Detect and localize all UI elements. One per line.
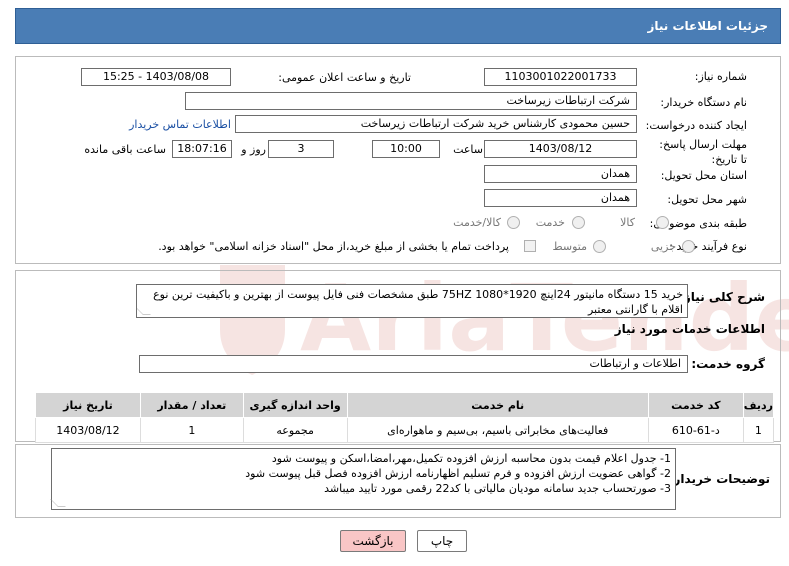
cell-service-code: د-61-610 [647, 417, 744, 443]
buyer-note-line-2: 2- گواهی عضویت ارزش افزوده و فرم تسلیم ا… [245, 467, 671, 480]
process-option-medium: متوسط [552, 240, 587, 253]
category-option-goods: کالا [620, 216, 635, 229]
summary-label: شرح کلی نیاز: [679, 290, 765, 304]
time-label: ساعت [453, 143, 483, 156]
process-option-minor: جزیی [650, 240, 676, 253]
cell-need-date: 1403/08/12 [35, 417, 141, 443]
category-option-service: خدمت [535, 216, 565, 229]
days-field: 3 [268, 140, 334, 158]
deadline-label: مهلت ارسال پاسخ: تا تاریخ: [659, 138, 747, 166]
buyer-notes-textarea[interactable]: 1- جدول اعلام قیمت بدون محاسبه ارزش افزو… [50, 448, 676, 510]
deadline-date-field: 1403/08/12 [484, 140, 637, 158]
need-number-field: 1103001022001733 [484, 68, 637, 86]
buyer-org-label: نام دستگاه خریدار: [660, 96, 747, 109]
cell-row-number: 1 [742, 417, 775, 443]
resize-handle-icon[interactable] [50, 499, 66, 507]
category-radio-goods[interactable] [656, 216, 669, 229]
category-radio-goods-service[interactable] [507, 216, 520, 229]
summary-text: خرید 15 دستگاه مانیتور 24اینچ 1920*1080 … [153, 288, 683, 316]
need-number-label: شماره نیاز: [694, 70, 747, 83]
services-table: ردیف کد خدمت نام خدمت واحد اندازه گیری ت… [35, 392, 775, 443]
process-radio-medium[interactable] [593, 240, 606, 253]
process-radio-minor[interactable] [682, 240, 695, 253]
process-label: نوع فرآیند خرید : [669, 240, 747, 253]
col-service-code: کد خدمت [647, 392, 744, 418]
category-radio-service[interactable] [572, 216, 585, 229]
remaining-label: ساعت باقی مانده [84, 143, 166, 156]
col-service-name: نام خدمت [346, 392, 649, 418]
cell-quantity: 1 [139, 417, 244, 443]
summary-textarea[interactable]: خرید 15 دستگاه مانیتور 24اینچ 1920*1080 … [136, 284, 688, 318]
creator-field: حسین محمودی کارشناس خرید شرکت ارتباطات ز… [235, 115, 637, 133]
table-row: 1 د-61-610 فعالیت‌های مخابراتی باسیم، بی… [35, 417, 775, 443]
creator-label: ایجاد کننده درخواست: [645, 119, 747, 132]
province-label: استان محل تحویل: [660, 169, 747, 182]
remaining-time-field: 18:07:16 [172, 140, 232, 158]
days-label: روز و [241, 143, 266, 156]
payment-note: پرداخت تمام یا بخشی از مبلغ خرید،از محل … [158, 240, 509, 253]
province-field: همدان [484, 165, 637, 183]
service-group-field: اطلاعات و ارتباطات [139, 355, 688, 373]
col-row-number: ردیف [742, 392, 775, 418]
cell-service-name: فعالیت‌های مخابراتی باسیم، بی‌سیم و ماهو… [346, 417, 649, 443]
col-quantity: تعداد / مقدار [139, 392, 244, 418]
service-group-label: گروه خدمت: [691, 357, 765, 371]
col-unit: واحد اندازه گیری [242, 392, 348, 418]
page-header: جزئیات اطلاعات نیاز [15, 8, 781, 44]
buyer-notes-label: توضیحات خریدار: [668, 472, 770, 486]
table-header-row: ردیف کد خدمت نام خدمت واحد اندازه گیری ت… [35, 392, 775, 418]
announce-label: تاریخ و ساعت اعلان عمومی: [278, 71, 411, 84]
page-title: جزئیات اطلاعات نیاز [647, 19, 768, 33]
category-option-goods-service: کالا/خدمت [453, 216, 501, 229]
cell-unit: مجموعه [242, 417, 348, 443]
announce-field: 1403/08/08 - 15:25 [81, 68, 231, 86]
buyer-note-line-1: 1- جدول اعلام قیمت بدون محاسبه ارزش افزو… [271, 452, 671, 465]
city-field: همدان [484, 189, 637, 207]
buyer-org-field: شرکت ارتباطات زیرساخت [185, 92, 637, 110]
deadline-time-field: 10:00 [372, 140, 440, 158]
contact-info-link[interactable]: اطلاعات تماس خریدار [129, 118, 231, 131]
city-label: شهر محل تحویل: [667, 193, 747, 206]
back-button[interactable]: بازگشت [340, 530, 406, 552]
buyer-note-line-3: 3- صورتحساب جدید سامانه مودیان مالیاتی ب… [324, 482, 671, 495]
print-button[interactable]: چاپ [417, 530, 467, 552]
resize-handle-icon[interactable] [137, 307, 151, 315]
services-section-title: اطلاعات خدمات مورد نیاز [614, 322, 765, 336]
treasury-payment-checkbox[interactable] [524, 240, 536, 252]
col-need-date: تاریخ نیاز [35, 392, 141, 418]
